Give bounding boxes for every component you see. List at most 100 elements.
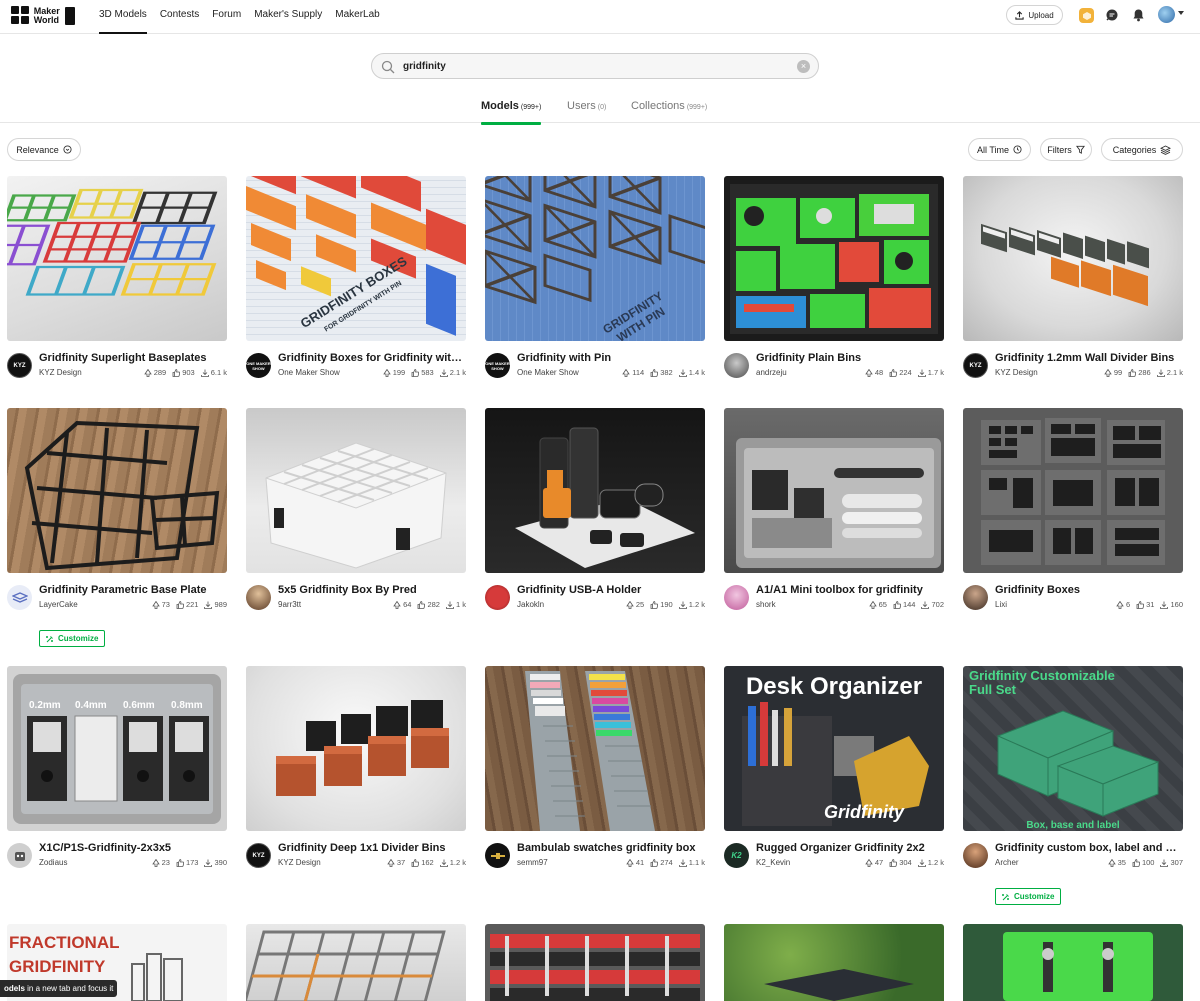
author-avatar[interactable] [485,585,510,610]
author-name[interactable]: Archer [995,858,1019,867]
author-avatar[interactable]: ONE MAKER SHOW [485,353,510,378]
model-card[interactable]: Gridfinity Parametric Base Plate LayerCa… [7,408,227,647]
model-card[interactable]: Gridfinity Customizable Full Set Box, ba… [963,666,1183,905]
author-name[interactable]: semm97 [517,858,548,867]
model-thumbnail[interactable] [724,924,944,1001]
model-title[interactable]: Rugged Organizer Gridfinity 2x2 [756,842,944,854]
model-thumbnail[interactable] [485,408,705,573]
author-name[interactable]: One Maker Show [517,368,579,377]
model-thumbnail[interactable]: 0.2mm 0.4mm 0.6mm 0.8mm [7,666,227,831]
author-name[interactable]: Zodiaus [39,858,67,867]
model-thumbnail[interactable]: GRIDFINITY BOXES FOR GRIDFINITY WITH PIN [246,176,466,341]
author-name[interactable]: LayerCake [39,600,78,609]
makerworld-logo[interactable]: Maker World [11,5,75,27]
author-avatar[interactable]: KYZ [963,353,988,378]
tab-collections[interactable]: Collections (999+) [631,100,707,123]
author-name[interactable]: andrzeju [756,368,787,377]
model-thumbnail[interactable]: Gridfinity Customizable Full Set Box, ba… [963,666,1183,831]
author-name[interactable]: shork [756,600,776,609]
author-name[interactable]: KYZ Design [39,368,82,377]
model-title[interactable]: Gridfinity Boxes [995,584,1183,596]
model-card[interactable]: 5x5 Gridfinity Box By Pred 9arr3tt 64 28… [246,408,466,614]
nav-makers-supply[interactable]: Maker's Supply [254,0,322,34]
upload-button[interactable]: Upload [1006,5,1063,25]
search-input[interactable] [403,58,783,74]
author-avatar[interactable] [485,843,510,868]
author-name[interactable]: KYZ Design [995,368,1038,377]
account-chevron-down-icon[interactable] [1178,11,1184,15]
model-thumbnail[interactable] [963,924,1183,1001]
model-title[interactable]: Gridfinity 1.2mm Wall Divider Bins [995,352,1183,364]
tab-models[interactable]: Models (999+) [481,100,542,125]
categories-button[interactable]: Categories [1101,138,1183,161]
model-card[interactable]: GRIDFINITY WITH PIN ONE MAKER SHOW Gridf… [485,176,705,382]
author-avatar[interactable] [724,353,749,378]
author-name[interactable]: Jakokln [517,600,544,609]
filters-button[interactable]: Filters [1040,138,1092,161]
author-name[interactable]: Lixi [995,600,1007,609]
model-thumbnail[interactable] [485,666,705,831]
model-card[interactable]: A1/A1 Mini toolbox for gridfinity shork … [724,408,944,614]
model-title[interactable]: A1/A1 Mini toolbox for gridfinity [756,584,944,596]
nav-contests[interactable]: Contests [160,0,199,34]
customize-button[interactable]: Customize [995,888,1062,905]
model-thumbnail[interactable]: GRIDFINITY WITH PIN [485,176,705,341]
model-thumbnail[interactable] [7,176,227,341]
author-avatar[interactable]: K2 [724,843,749,868]
author-avatar[interactable]: KYZ [246,843,271,868]
author-name[interactable]: One Maker Show [278,368,340,377]
nav-3d-models[interactable]: 3D Models [99,0,147,34]
credits-icon[interactable] [1079,8,1094,23]
author-avatar[interactable] [246,585,271,610]
model-card[interactable]: KYZ Gridfinity Superlight Baseplates KYZ… [7,176,227,382]
author-name[interactable]: K2_Kevin [756,858,790,867]
model-title[interactable]: Bambulab swatches gridfinity box [517,842,705,854]
model-thumbnail[interactable] [7,408,227,573]
model-thumbnail[interactable] [246,666,466,831]
customize-button[interactable]: Customize [39,630,106,647]
model-thumbnail[interactable] [963,408,1183,573]
model-card[interactable]: GRIDFINITY BOXES FOR GRIDFINITY WITH PIN… [246,176,466,382]
model-card[interactable]: Gridfinity USB-A Holder Jakokln 25 190 1… [485,408,705,614]
model-thumbnail[interactable] [963,176,1183,341]
model-thumbnail[interactable] [485,924,705,1001]
author-avatar[interactable] [7,585,32,610]
nav-makerlab[interactable]: MakerLab [335,0,379,34]
model-thumbnail[interactable]: Desk Organizer Gridfinity [724,666,944,831]
model-card[interactable]: Bambulab swatches gridfinity box semm97 … [485,666,705,872]
model-card[interactable]: KYZ Gridfinity 1.2mm Wall Divider Bins K… [963,176,1183,382]
model-title[interactable]: Gridfinity Plain Bins [756,352,944,364]
clear-search-icon[interactable]: × [797,60,810,73]
notifications-bell-icon[interactable] [1130,7,1146,23]
model-title[interactable]: 5x5 Gridfinity Box By Pred [278,584,466,596]
model-thumbnail[interactable] [724,408,944,573]
model-title[interactable]: Gridfinity Superlight Baseplates [39,352,227,364]
author-avatar[interactable]: ONE MAKER SHOW [246,353,271,378]
model-card[interactable]: Desk Organizer Gridfinity K2 Rugged Orga… [724,666,944,872]
model-thumbnail[interactable] [724,176,944,341]
author-avatar[interactable] [963,843,988,868]
model-title[interactable]: Gridfinity Boxes for Gridfinity with Pin [278,352,466,364]
model-title[interactable]: X1C/P1S-Gridfinity-2x3x5 [39,842,227,854]
user-avatar[interactable] [1158,6,1175,23]
model-card[interactable]: Gridfinity Plain Bins andrzeju 48 224 1.… [724,176,944,382]
model-title[interactable]: Gridfinity custom box, label and base [995,842,1183,854]
model-card[interactable]: Gridfinity Boxes Lixi 6 31 160 [963,408,1183,614]
time-filter-dropdown[interactable]: All Time [968,138,1031,161]
model-card[interactable]: KYZ Gridfinity Deep 1x1 Divider Bins KYZ… [246,666,466,872]
author-avatar[interactable] [7,843,32,868]
messages-icon[interactable] [1104,7,1120,23]
model-thumbnail[interactable] [246,408,466,573]
model-card[interactable]: 0.2mm 0.4mm 0.6mm 0.8mm X1C/P1S-Gridfini… [7,666,227,872]
author-name[interactable]: KYZ Design [278,858,321,867]
model-title[interactable]: Gridfinity Deep 1x1 Divider Bins [278,842,466,854]
model-title[interactable]: Gridfinity with Pin [517,352,705,364]
author-name[interactable]: 9arr3tt [278,600,301,609]
author-avatar[interactable] [963,585,988,610]
model-title[interactable]: Gridfinity Parametric Base Plate [39,584,227,596]
sort-relevance-dropdown[interactable]: Relevance [7,138,81,161]
tab-users[interactable]: Users (0) [567,100,606,123]
model-thumbnail[interactable] [246,924,466,1001]
author-avatar[interactable] [724,585,749,610]
author-avatar[interactable]: KYZ [7,353,32,378]
